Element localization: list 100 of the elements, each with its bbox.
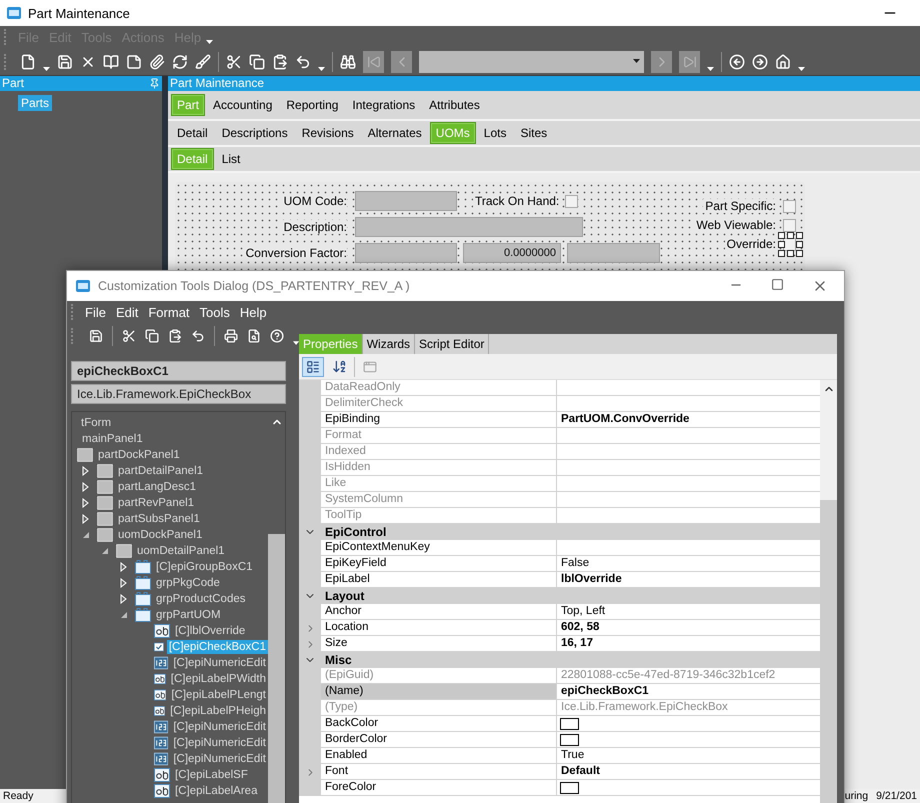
color-swatch[interactable] xyxy=(560,782,579,794)
tree-item[interactable]: tForm xyxy=(79,416,114,430)
tree-item[interactable]: [C]epiNumericEdit xyxy=(171,752,268,766)
selection-handles[interactable] xyxy=(778,232,803,257)
color-swatch[interactable] xyxy=(560,734,579,746)
input-field[interactable] xyxy=(355,243,457,263)
input-field[interactable] xyxy=(567,243,660,263)
tree-item[interactable]: [C]epiNumericEdit xyxy=(171,736,268,750)
collapsed-arrow-icon[interactable] xyxy=(120,562,127,572)
expanded-arrow-icon[interactable] xyxy=(82,531,90,539)
tree-item[interactable]: [C]epiNumericEdit xyxy=(171,656,268,670)
tree-item[interactable]: [C]epiLabelPHeigh xyxy=(168,704,268,718)
tab[interactable]: Attributes xyxy=(423,94,486,116)
cut-icon[interactable] xyxy=(122,328,136,344)
property-name[interactable]: Like xyxy=(321,476,557,492)
tree-item[interactable]: grpProductCodes xyxy=(154,592,248,606)
new-file-icon[interactable] xyxy=(20,54,36,70)
record-dropdown[interactable] xyxy=(419,50,644,72)
brush-icon[interactable] xyxy=(195,54,211,70)
property-name[interactable]: ToolTip xyxy=(321,508,557,524)
tree-item[interactable]: [C]epiGroupBoxC1 xyxy=(154,560,255,574)
collapsed-arrow-icon[interactable] xyxy=(120,594,127,604)
uom-code-field[interactable] xyxy=(355,191,457,211)
paste-icon[interactable] xyxy=(168,328,182,344)
collapsed-arrow-icon[interactable] xyxy=(82,482,89,492)
book-icon[interactable] xyxy=(103,54,119,70)
copy-icon[interactable] xyxy=(144,328,159,344)
property-name[interactable]: EpiLabel xyxy=(321,572,557,588)
home-icon[interactable] xyxy=(775,54,791,70)
collapsed-arrow-icon[interactable] xyxy=(82,466,89,476)
tab[interactable]: Alternates xyxy=(362,122,428,144)
property-name[interactable]: EpiBinding xyxy=(321,412,557,428)
tree-item[interactable]: [C]epiNumericEdit xyxy=(171,720,268,734)
attachment-icon[interactable] xyxy=(149,54,165,70)
previous-record-button[interactable] xyxy=(391,50,412,72)
dropdown-caret-icon[interactable] xyxy=(206,40,214,45)
save-icon[interactable] xyxy=(57,54,73,70)
menu-item[interactable]: Tools xyxy=(194,304,235,320)
control-name-field[interactable]: epiCheckBoxC1 xyxy=(71,361,286,381)
tree-item[interactable]: [C]epiLabelArea xyxy=(173,784,260,798)
property-value[interactable]: Default xyxy=(557,764,820,780)
property-name[interactable]: BackColor xyxy=(321,716,557,732)
binoculars-icon[interactable] xyxy=(340,54,356,70)
tree-item[interactable]: grpPartUOM xyxy=(154,608,223,622)
tab[interactable]: List xyxy=(216,148,246,170)
tree-item[interactable]: partSubsPanel1 xyxy=(116,512,202,526)
checkbox[interactable] xyxy=(783,218,796,232)
property-value[interactable]: False xyxy=(557,556,820,572)
forward-icon[interactable] xyxy=(752,54,768,70)
copy-icon[interactable] xyxy=(249,54,265,70)
collapsed-arrow-icon[interactable] xyxy=(82,498,89,508)
menu-item[interactable]: Help xyxy=(234,304,272,320)
color-swatch[interactable] xyxy=(560,718,579,730)
categorized-view-button[interactable] xyxy=(302,356,324,376)
next-record-button[interactable] xyxy=(651,50,672,72)
property-value[interactable]: 22801088-cc5e-47ed-8719-346c32b1cef2 xyxy=(557,668,820,684)
property-name[interactable]: (Type) xyxy=(321,700,557,716)
undo-icon[interactable] xyxy=(295,54,311,70)
checkbox[interactable] xyxy=(783,200,796,212)
property-name[interactable]: Anchor xyxy=(321,604,557,620)
tree-item[interactable]: uomDockPanel1 xyxy=(116,528,204,542)
tab[interactable]: Sites xyxy=(514,122,554,144)
dropdown-caret-icon[interactable] xyxy=(707,67,714,72)
property-value[interactable]: True xyxy=(557,748,820,764)
tab[interactable]: Accounting xyxy=(207,94,278,116)
paste-icon[interactable] xyxy=(272,54,288,70)
pin-icon[interactable] xyxy=(149,78,160,89)
property-value[interactable]: epiCheckBoxC1 xyxy=(557,684,820,700)
tree-item[interactable]: [C]epiLabelPWidth xyxy=(168,672,268,686)
property-value[interactable]: 602, 58 xyxy=(557,620,820,636)
property-name[interactable]: DelimiterCheck xyxy=(321,396,557,412)
cut-icon[interactable] xyxy=(226,54,242,70)
scrollbar[interactable] xyxy=(820,380,837,803)
tree-item[interactable]: uomDetailPanel1 xyxy=(135,544,227,558)
collapsed-arrow-icon[interactable] xyxy=(120,578,127,588)
tree-item[interactable]: partDockPanel1 xyxy=(96,448,182,462)
save-icon[interactable] xyxy=(88,328,103,344)
control-type-field[interactable]: Ice.Lib.Framework.EpiCheckBox xyxy=(71,384,286,404)
collapsed-arrow-icon[interactable] xyxy=(82,514,89,524)
checkbox[interactable] xyxy=(565,194,578,208)
property-name[interactable]: IsHidden xyxy=(321,460,557,476)
property-value[interactable]: PartUOM.ConvOverride xyxy=(557,412,820,428)
refresh-icon[interactable] xyxy=(172,54,188,70)
maximize-icon[interactable] xyxy=(771,278,784,291)
property-name[interactable]: ForeColor xyxy=(321,780,557,796)
tab[interactable]: Revisions xyxy=(296,122,360,144)
conversion-factor-field[interactable]: 0.0000000 xyxy=(463,243,561,263)
dropdown-caret-icon[interactable] xyxy=(292,341,300,346)
tree-item[interactable]: partDetailPanel1 xyxy=(116,464,206,478)
first-record-button[interactable] xyxy=(363,50,384,72)
tab[interactable]: Reporting xyxy=(280,94,344,116)
help-icon[interactable] xyxy=(270,328,284,344)
tree-item[interactable]: [C]epiCheckBoxC1 xyxy=(166,640,268,654)
expanded-arrow-icon[interactable] xyxy=(120,611,128,619)
property-name[interactable]: BorderColor xyxy=(321,732,557,748)
menu-item[interactable]: File xyxy=(80,304,111,320)
property-name[interactable]: (Name) xyxy=(321,684,557,700)
tree-item[interactable]: partRevPanel1 xyxy=(116,496,196,510)
back-icon[interactable] xyxy=(729,54,745,70)
tree-item[interactable]: [C]lblOverride xyxy=(173,624,248,638)
